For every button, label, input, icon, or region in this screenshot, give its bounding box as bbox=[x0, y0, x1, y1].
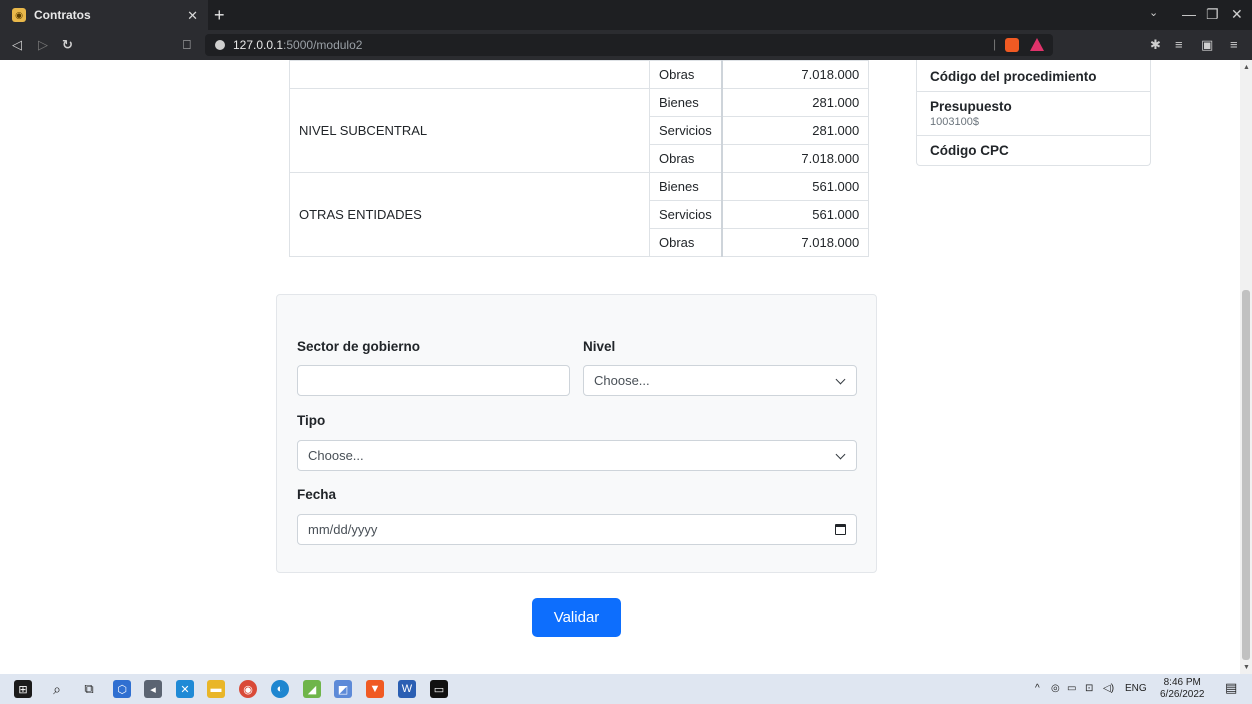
app-hexagon-icon[interactable]: ⬡ bbox=[113, 680, 131, 698]
app-diagonal-icon[interactable]: ◩ bbox=[334, 680, 352, 698]
volume-icon[interactable]: ◁) bbox=[1103, 683, 1114, 694]
chevron-down-icon bbox=[835, 449, 846, 460]
close-tab-icon[interactable]: ✕ bbox=[187, 8, 198, 24]
table-cell-type: Obras bbox=[648, 60, 723, 89]
brave-browser-icon[interactable]: ▼ bbox=[366, 680, 384, 698]
search-icon[interactable]: ⌕ bbox=[48, 680, 66, 698]
forward-icon[interactable]: ▷ bbox=[38, 37, 48, 53]
chrome-icon[interactable]: ◉ bbox=[239, 680, 257, 698]
brave-rewards-icon[interactable] bbox=[1030, 38, 1044, 51]
url-host: 127.0.0.1 bbox=[233, 38, 284, 52]
tipo-label: Tipo bbox=[297, 413, 326, 428]
task-view-icon[interactable]: ⧉ bbox=[80, 680, 98, 698]
app-image-icon[interactable]: ◢ bbox=[303, 680, 321, 698]
sector-label: Sector de gobierno bbox=[297, 339, 421, 354]
table-cell-type: Obras bbox=[648, 228, 723, 257]
url-path: :5000/modulo2 bbox=[283, 38, 363, 52]
extensions-icon[interactable]: ✱ bbox=[1150, 37, 1161, 53]
cpc-code-label: Código CPC bbox=[930, 143, 1009, 158]
table-cell-type: Bienes bbox=[648, 172, 723, 201]
table-cell-value: 7.018.000 bbox=[721, 144, 870, 173]
table-row: Obras 7.018.000 bbox=[289, 60, 870, 89]
table-cell-type: Servicios bbox=[648, 116, 723, 145]
calendar-icon[interactable] bbox=[835, 524, 846, 535]
table-cell-value: 561.000 bbox=[721, 172, 870, 201]
fecha-placeholder: mm/dd/yyyy bbox=[308, 522, 378, 537]
table-cell-category: OTRAS ENTIDADES bbox=[289, 172, 650, 257]
clock[interactable]: 8:46 PM 6/26/2022 bbox=[1160, 677, 1205, 701]
vscode-icon[interactable]: ✕ bbox=[176, 680, 194, 698]
tab-search-chevron-icon[interactable]: ⌄ bbox=[1149, 6, 1158, 19]
file-explorer-icon[interactable]: ▬ bbox=[207, 680, 225, 698]
budget-label: Presupuesto bbox=[930, 99, 1012, 114]
validar-button[interactable]: Validar bbox=[532, 598, 621, 637]
new-tab-icon[interactable]: + bbox=[214, 5, 225, 26]
terminal-icon[interactable]: ▭ bbox=[430, 680, 448, 698]
table-row: NIVEL SUBCENTRAL Bienes 281.000 bbox=[289, 88, 870, 173]
table-cell-value: 281.000 bbox=[721, 116, 870, 145]
table-cell-category: NIVEL SUBCENTRAL bbox=[289, 88, 650, 173]
nivel-label: Nivel bbox=[583, 339, 616, 354]
chevron-down-icon bbox=[835, 374, 846, 385]
table-cell-type: Servicios bbox=[648, 200, 723, 229]
word-icon[interactable]: W bbox=[398, 680, 416, 698]
fecha-label: Fecha bbox=[297, 487, 337, 502]
site-favicon-icon: ◉ bbox=[12, 8, 26, 22]
app-arrow-icon[interactable]: ◂ bbox=[144, 680, 162, 698]
tipo-selected-value: Choose... bbox=[308, 448, 364, 463]
fecha-date-input[interactable]: mm/dd/yyyy bbox=[297, 514, 857, 545]
site-info-icon[interactable] bbox=[215, 40, 225, 50]
list-item: Código del procedimiento bbox=[917, 60, 1150, 91]
back-icon[interactable]: ◁ bbox=[12, 37, 22, 53]
notifications-icon[interactable]: ▤ bbox=[1225, 680, 1237, 696]
tray-chevron-up-icon[interactable]: ^ bbox=[1035, 683, 1040, 694]
reload-icon[interactable]: ↻ bbox=[62, 37, 73, 53]
table-cell-type: Bienes bbox=[648, 88, 723, 117]
table-row: OTRAS ENTIDADES Bienes 561.000 bbox=[289, 172, 870, 257]
list-item: Código CPC bbox=[917, 135, 1150, 165]
table-cell-type: Obras bbox=[648, 144, 723, 173]
clock-date: 6/26/2022 bbox=[1160, 689, 1205, 700]
wallet-icon[interactable]: ▣ bbox=[1201, 37, 1213, 53]
language-indicator[interactable]: ENG bbox=[1125, 683, 1147, 694]
restore-window-icon[interactable]: ❐ bbox=[1206, 6, 1219, 23]
procedure-code-label: Código del procedimiento bbox=[930, 69, 1097, 84]
thresholds-table: Obras 7.018.000 NIVEL SUBCENTRAL Bienes … bbox=[289, 60, 870, 257]
table-cell-value: 561.000 bbox=[721, 200, 870, 229]
tray-app-icon[interactable]: ◎ bbox=[1051, 683, 1060, 694]
tipo-select[interactable]: Choose... bbox=[297, 440, 857, 471]
list-item: Presupuesto 1003100$ bbox=[917, 91, 1150, 135]
budget-value: 1003100$ bbox=[930, 116, 979, 128]
table-cell-value: 7.018.000 bbox=[721, 228, 870, 257]
procedure-info-card: Código del procedimiento Presupuesto 100… bbox=[916, 60, 1151, 166]
browser-tab-contratos[interactable]: ◉ Contratos ✕ bbox=[0, 0, 208, 30]
clock-time: 8:46 PM bbox=[1163, 677, 1201, 688]
table-cell-value: 281.000 bbox=[721, 88, 870, 117]
brave-shields-icon[interactable] bbox=[1005, 38, 1019, 52]
table-cell-value: 7.018.000 bbox=[721, 60, 870, 89]
nivel-selected-value: Choose... bbox=[594, 373, 650, 388]
windows-start-icon[interactable]: ⊞ bbox=[14, 680, 32, 698]
browser-tab-bar: ◉ Contratos ✕ + ⌄ — ❐ ✕ bbox=[0, 0, 1252, 30]
nivel-select[interactable]: Choose... bbox=[583, 365, 857, 396]
edge-icon[interactable]: ◐ bbox=[271, 680, 289, 698]
playlist-icon[interactable]: ≡ bbox=[1175, 37, 1183, 52]
url-bar[interactable]: 127.0.0.1:5000/modulo2 bbox=[205, 34, 1053, 56]
close-window-icon[interactable]: ✕ bbox=[1231, 6, 1243, 23]
sector-input[interactable] bbox=[297, 365, 570, 396]
scroll-up-icon[interactable]: ▲ bbox=[1243, 64, 1250, 71]
minimize-window-icon[interactable]: — bbox=[1182, 6, 1196, 22]
scroll-down-icon[interactable]: ▼ bbox=[1243, 664, 1250, 671]
url-divider: | bbox=[993, 37, 997, 51]
menu-icon[interactable]: ≡ bbox=[1230, 37, 1238, 52]
tab-title: Contratos bbox=[34, 8, 91, 22]
battery-icon[interactable]: ▭ bbox=[1067, 683, 1076, 694]
table-cell-category bbox=[289, 60, 650, 89]
network-icon[interactable]: ⊡ bbox=[1085, 683, 1093, 694]
page-scrollbar-thumb[interactable] bbox=[1242, 290, 1250, 660]
bookmark-icon[interactable]: ⎕ bbox=[183, 37, 191, 53]
